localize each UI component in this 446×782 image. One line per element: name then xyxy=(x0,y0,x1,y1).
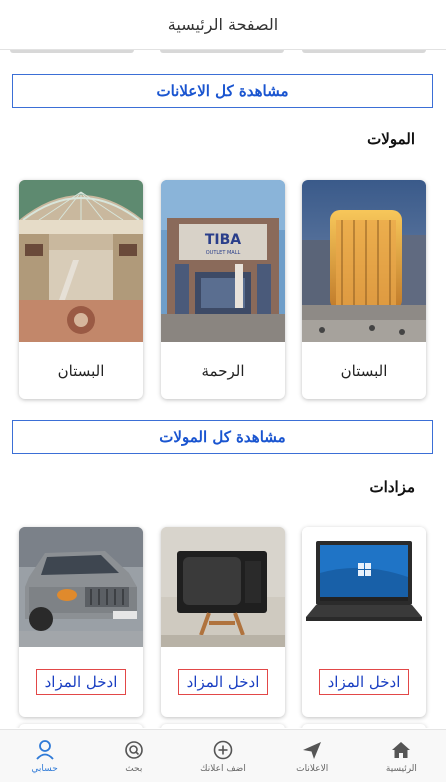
mall-card[interactable]: TIBA OUTLET MALL الرحمة xyxy=(161,180,285,399)
auction-card-peek xyxy=(302,724,426,728)
home-icon xyxy=(390,739,412,761)
enter-auction-button[interactable]: ادخل المزاد xyxy=(318,669,410,695)
tiba-outlet-mall-image: TIBA OUTLET MALL xyxy=(161,180,285,342)
laptop-image xyxy=(302,527,426,647)
mall-card-label: الرحمة xyxy=(201,361,245,380)
auction-card[interactable]: ادخل المزاد xyxy=(19,527,143,717)
see-all-ads-button[interactable]: مشاهدة كل الاعلانات xyxy=(12,74,433,108)
nav-item-account[interactable]: حسابي xyxy=(0,730,89,782)
mall-card[interactable]: البستان xyxy=(302,180,426,399)
auctions-section-title: مزادات xyxy=(369,478,415,496)
enter-auction-button[interactable]: ادخل المزاد xyxy=(35,669,127,695)
mall-card-label: البستان xyxy=(57,361,105,380)
scroll-peek-strip xyxy=(0,50,446,54)
nav-item-home[interactable]: الرئيسية xyxy=(357,730,446,782)
page-title: الصفحة الرئيسية xyxy=(167,15,279,34)
auction-button-wrap: ادخل المزاد xyxy=(19,647,143,717)
plus-circle-icon xyxy=(212,739,234,761)
auction-card[interactable]: ادخل المزاد xyxy=(302,527,426,717)
search-icon xyxy=(123,739,145,761)
auction-button-wrap: ادخل المزاد xyxy=(302,647,426,717)
auction-button-wrap: ادخل المزاد xyxy=(161,647,285,717)
auction-card[interactable]: ادخل المزاد xyxy=(161,527,285,717)
mall-atrium-image xyxy=(19,180,143,342)
auction-card-peek xyxy=(161,724,285,728)
nav-label: بحث xyxy=(125,763,143,774)
top-app-bar: الصفحة الرئيسية xyxy=(0,0,446,50)
bottom-navigation: حسابي بحث اضف اعلانك الاعلانات الرئيسية xyxy=(0,729,446,782)
mall-night-image xyxy=(302,180,426,342)
nav-item-ads[interactable]: الاعلانات xyxy=(268,730,357,782)
nav-label: حسابي xyxy=(31,763,58,774)
crt-tv-image xyxy=(161,527,285,647)
see-all-ads-label: مشاهدة كل الاعلانات xyxy=(156,82,289,100)
auction-card-peek xyxy=(19,724,143,728)
nav-label: اضف اعلانك xyxy=(200,763,246,774)
nav-item-add-ad[interactable]: اضف اعلانك xyxy=(178,730,267,782)
main-content[interactable]: مشاهدة كل الاعلانات المولات البستان TIBA… xyxy=(0,56,446,728)
nav-label: الرئيسية xyxy=(385,763,417,774)
see-all-malls-label: مشاهدة كل المولات xyxy=(159,428,286,446)
person-icon xyxy=(34,739,56,761)
svg-text:OUTLET MALL: OUTLET MALL xyxy=(206,250,241,256)
malls-section-title: المولات xyxy=(367,130,415,148)
mall-card[interactable]: البستان xyxy=(19,180,143,399)
mall-card-label: البستان xyxy=(340,361,388,380)
see-all-malls-button[interactable]: مشاهدة كل المولات xyxy=(12,420,433,454)
nav-label: الاعلانات xyxy=(296,763,329,774)
svg-text:TIBA: TIBA xyxy=(205,232,241,248)
nav-item-search[interactable]: بحث xyxy=(89,730,178,782)
enter-auction-button[interactable]: ادخل المزاد xyxy=(177,669,269,695)
paper-plane-icon xyxy=(301,739,323,761)
car-image xyxy=(19,527,143,647)
